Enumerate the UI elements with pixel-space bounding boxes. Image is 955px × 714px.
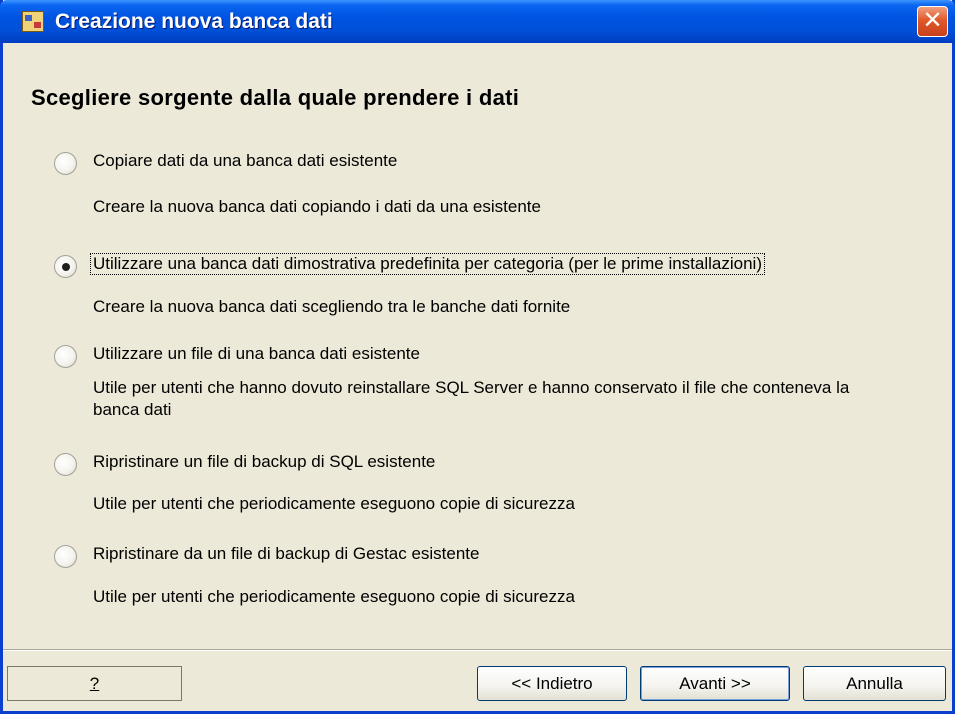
help-label: ? (89, 674, 100, 693)
option-description: Utile per utenti che periodicamente eseg… (93, 587, 575, 606)
option-description: Creare la nuova banca dati copiando i da… (93, 197, 541, 216)
close-icon: ✕ (922, 7, 943, 34)
page-heading: Scegliere sorgente dalla quale prendere … (31, 85, 520, 110)
option-label[interactable]: Ripristinare da un file di backup di Ges… (91, 544, 481, 564)
radio-sql-backup[interactable] (54, 453, 77, 476)
next-button[interactable]: Avanti >> (640, 666, 790, 701)
dialog-window: Creazione nuova banca dati ✕ Scegliere s… (0, 0, 955, 714)
cancel-button[interactable]: Annulla (803, 666, 946, 701)
radio-copy-existing[interactable] (54, 152, 77, 175)
option-label[interactable]: Utilizzare una banca dati dimostrativa p… (90, 253, 765, 275)
title-bar[interactable]: Creazione nuova banca dati ✕ (0, 0, 955, 43)
radio-demo-database[interactable] (54, 255, 77, 278)
option-label[interactable]: Utilizzare un file di una banca dati esi… (91, 344, 422, 364)
back-button[interactable]: << Indietro (477, 666, 627, 701)
option-label[interactable]: Copiare dati da una banca dati esistente (91, 151, 399, 171)
button-divider (3, 649, 952, 651)
app-icon (22, 11, 44, 32)
window-title: Creazione nuova banca dati (55, 10, 333, 33)
option-label[interactable]: Ripristinare un file di backup di SQL es… (91, 452, 437, 472)
option-description: Utile per utenti che hanno dovuto reinst… (93, 378, 850, 419)
close-button[interactable]: ✕ (917, 6, 948, 37)
help-button[interactable]: ? (7, 666, 182, 701)
radio-gestac-backup[interactable] (54, 545, 77, 568)
radio-existing-file[interactable] (54, 345, 77, 368)
option-description: Utile per utenti che periodicamente eseg… (93, 494, 575, 513)
option-description: Creare la nuova banca dati scegliendo tr… (93, 297, 571, 316)
